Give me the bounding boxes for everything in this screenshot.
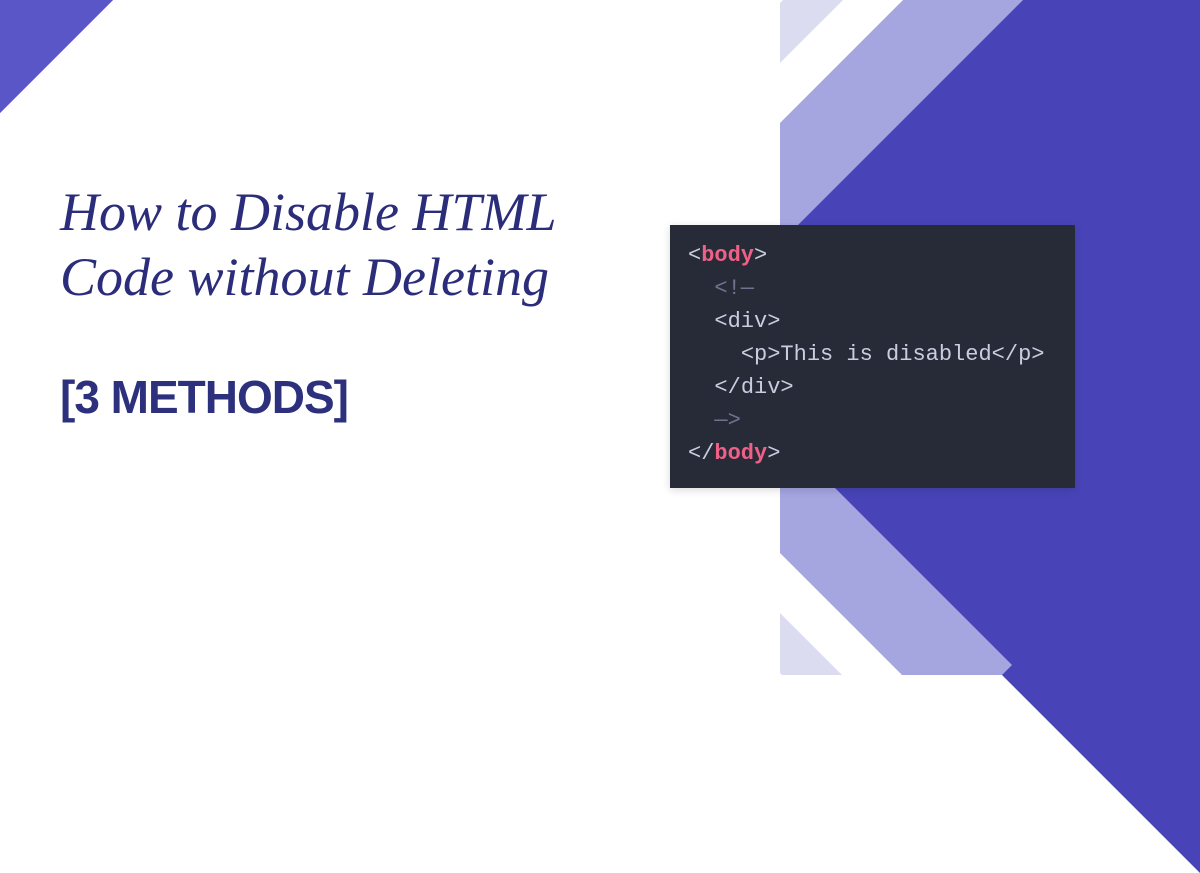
code-line-5: </div>	[688, 371, 1057, 404]
main-content: How to Disable HTML Code without Deletin…	[60, 180, 620, 424]
code-line-1: <body>	[688, 239, 1057, 272]
code-line-2: <!—	[688, 272, 1057, 305]
code-line-4: <p>This is disabled</p>	[688, 338, 1057, 371]
code-line-7: </body>	[688, 437, 1057, 470]
code-line-3: <div>	[688, 305, 1057, 338]
code-line-6: —>	[688, 404, 1057, 437]
code-snippet: <body> <!— <div> <p>This is disabled</p>…	[670, 225, 1075, 488]
page-subtitle: [3 METHODS]	[60, 370, 620, 424]
corner-triangle-top-left	[0, 0, 113, 113]
page-title: How to Disable HTML Code without Deletin…	[60, 180, 620, 310]
